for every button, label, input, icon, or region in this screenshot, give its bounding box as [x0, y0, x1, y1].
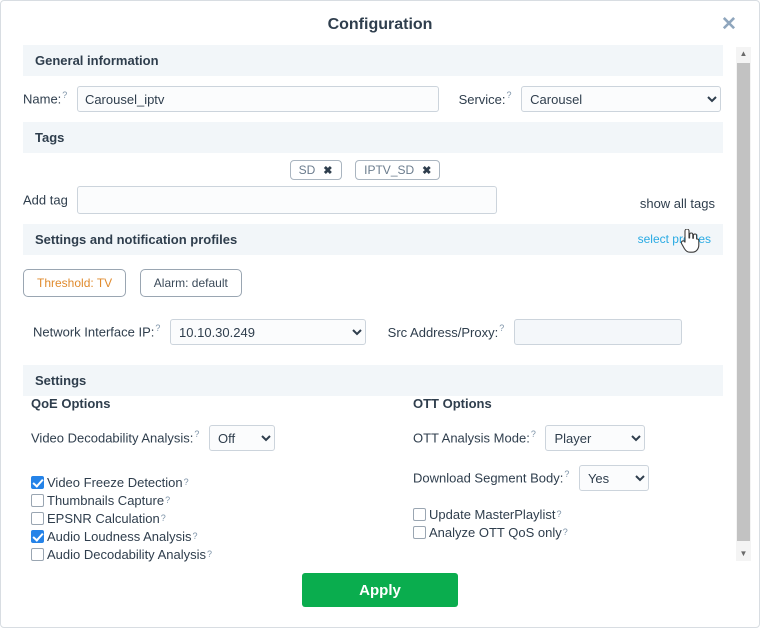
checkbox-row-epsnr-calculation: EPSNR Calculation?	[31, 509, 411, 527]
row-video-decodability: Video Decodability Analysis:? Off	[31, 425, 411, 451]
src-address-input[interactable]	[513, 319, 682, 345]
vertical-scrollbar[interactable]: ▲ ▼	[736, 47, 751, 561]
video-freeze-help-icon[interactable]: ?	[184, 477, 189, 487]
network-interface-label: Network Interface IP:	[33, 324, 155, 340]
tag-remove-icon[interactable]: ✖	[422, 165, 431, 177]
section-tags: Tags	[23, 122, 723, 153]
row-profile-buttons: Threshold: TV Alarm: default	[1, 255, 729, 303]
tag-chip[interactable]: IPTV_SD ✖	[355, 160, 441, 180]
ott-mode-help-icon[interactable]: ?	[531, 429, 536, 439]
form-content: General information Name:? Service:? Car…	[1, 45, 729, 610]
dialog-header: Configuration ✕	[1, 1, 759, 45]
download-segment-body-select[interactable]: Yes	[578, 465, 649, 491]
update-masterplaylist-checkbox[interactable]	[413, 507, 426, 521]
video-decodability-select[interactable]: Off	[209, 425, 275, 451]
scroll-up-arrow-icon[interactable]: ▲	[736, 47, 751, 61]
apply-button[interactable]: Apply	[302, 573, 458, 607]
section-title-tags: Tags	[35, 130, 65, 145]
name-input[interactable]	[76, 86, 439, 112]
section-title-settings: Settings	[35, 373, 87, 388]
row-network: Network Interface IP:? 10.10.30.249 Src …	[1, 303, 729, 365]
service-select[interactable]: Carousel	[521, 86, 722, 112]
add-tag-label: Add tag	[23, 192, 68, 208]
configuration-dialog: Configuration ✕ General information Name…	[0, 0, 760, 628]
section-settings: Settings	[23, 365, 723, 396]
section-general-information: General information	[23, 45, 723, 76]
checkbox-row-analyze-ott-qos: Analyze OTT QoS only?	[413, 523, 713, 541]
section-profiles: Settings and notification profiles selec…	[23, 224, 723, 255]
audio-decodability-help-icon[interactable]: ?	[207, 549, 212, 559]
video-decodability-label: Video Decodability Analysis:	[31, 430, 194, 446]
select-profiles-link[interactable]: select profiles	[638, 232, 711, 246]
page-title: Configuration	[327, 16, 433, 33]
add-tag-input[interactable]	[77, 186, 498, 214]
row-ott-analysis-mode: OTT Analysis Mode:? Player	[413, 425, 713, 451]
update-masterplaylist-label: Update MasterPlaylist	[429, 506, 556, 522]
profile-button-alarm[interactable]: Alarm: default	[139, 269, 242, 297]
epsnr-calculation-checkbox[interactable]	[31, 511, 44, 525]
epsnr-calculation-label: EPSNR Calculation	[47, 510, 160, 526]
name-help-icon[interactable]: ?	[62, 90, 67, 100]
section-title-profiles: Settings and notification profiles	[35, 232, 238, 247]
ott-analysis-mode-label: OTT Analysis Mode:	[413, 430, 530, 446]
row-add-tag: Add tag show all tags	[1, 184, 729, 224]
tag-chip-label: SD	[298, 163, 316, 177]
service-label: Service:	[458, 91, 506, 107]
epsnr-help-icon[interactable]: ?	[161, 513, 166, 523]
video-decodability-help-icon[interactable]: ?	[194, 429, 199, 439]
qoe-options-title: QoE Options	[31, 396, 111, 411]
download-segment-help-icon[interactable]: ?	[564, 469, 569, 479]
audio-loudness-analysis-label: Audio Loudness Analysis	[47, 528, 192, 544]
row-download-segment-body: Download Segment Body:? Yes	[413, 465, 713, 491]
video-freeze-detection-label: Video Freeze Detection	[47, 474, 183, 490]
ott-options-title: OTT Options	[413, 396, 492, 411]
service-help-icon[interactable]: ?	[507, 90, 512, 100]
update-masterplaylist-help-icon[interactable]: ?	[556, 509, 561, 519]
profile-button-threshold[interactable]: Threshold: TV	[23, 269, 127, 297]
ott-analysis-mode-select[interactable]: Player	[545, 425, 646, 451]
dialog-footer: Apply	[1, 559, 759, 627]
thumbnails-capture-label: Thumbnails Capture	[47, 492, 165, 508]
network-interface-select[interactable]: 10.10.30.249	[170, 319, 367, 345]
audio-loudness-help-icon[interactable]: ?	[193, 531, 198, 541]
thumbnails-capture-checkbox[interactable]	[31, 493, 44, 507]
checkbox-row-update-masterplaylist: Update MasterPlaylist?	[413, 505, 713, 523]
analyze-ott-qos-only-label: Analyze OTT QoS only	[429, 524, 562, 540]
scrollbar-thumb[interactable]	[737, 63, 750, 541]
dialog-body: General information Name:? Service:? Car…	[1, 45, 759, 562]
network-help-icon[interactable]: ?	[155, 323, 160, 333]
src-help-icon[interactable]: ?	[499, 323, 504, 333]
ott-options-column: OTT Options OTT Analysis Mode:? Player D…	[413, 396, 713, 541]
name-label: Name:	[23, 91, 62, 107]
analyze-ott-qos-help-icon[interactable]: ?	[563, 527, 568, 537]
tag-remove-icon[interactable]: ✖	[323, 165, 332, 177]
checkbox-row-audio-loudness: Audio Loudness Analysis?	[31, 527, 411, 545]
section-title-general: General information	[35, 53, 159, 68]
close-icon[interactable]: ✕	[719, 15, 739, 35]
show-all-tags-link[interactable]: show all tags	[640, 196, 715, 211]
tag-chip-label: IPTV_SD	[364, 163, 415, 177]
qoe-options-column: QoE Options Video Decodability Analysis:…	[31, 396, 411, 563]
audio-loudness-analysis-checkbox[interactable]	[31, 529, 44, 543]
download-segment-body-label: Download Segment Body:	[413, 470, 564, 486]
src-address-label: Src Address/Proxy:	[387, 324, 499, 340]
tag-chip[interactable]: SD ✖	[289, 160, 342, 180]
analyze-ott-qos-only-checkbox[interactable]	[413, 525, 426, 539]
checkbox-row-thumbnails-capture: Thumbnails Capture?	[31, 491, 411, 509]
tag-chip-list: SD ✖ IPTV_SD ✖	[1, 153, 729, 184]
video-freeze-detection-checkbox[interactable]	[31, 475, 44, 489]
checkbox-row-video-freeze: Video Freeze Detection?	[31, 473, 411, 491]
thumbnails-capture-help-icon[interactable]: ?	[165, 495, 170, 505]
row-name-service: Name:? Service:? Carousel	[1, 76, 729, 122]
